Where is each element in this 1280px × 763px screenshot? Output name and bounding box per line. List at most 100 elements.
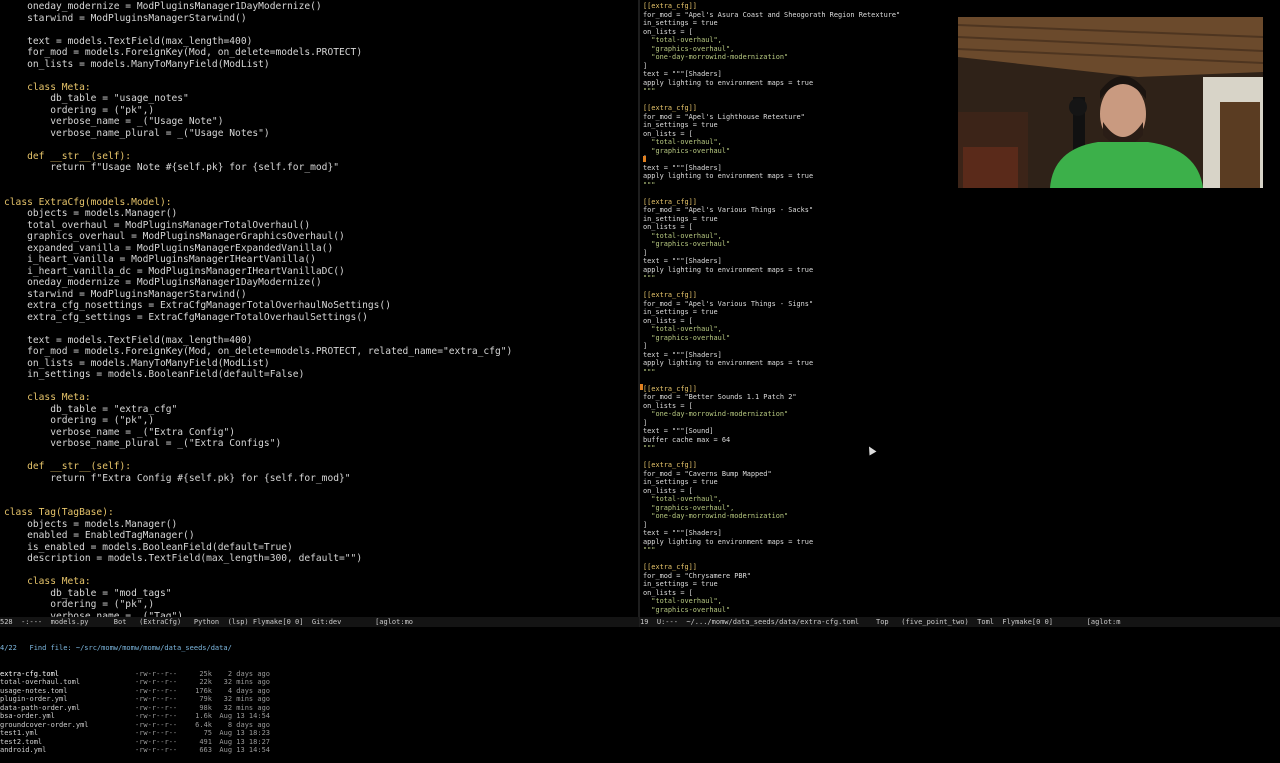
toml-line xyxy=(643,376,900,385)
file-time: Aug 13 14:54 xyxy=(219,712,270,720)
file-candidate[interactable]: test1.yml -rw-r--r-- 75 Aug 13 18:23 xyxy=(0,729,639,738)
file-perms: -rw-r--r-- xyxy=(135,703,178,712)
file-name: test2.toml xyxy=(0,737,43,746)
file-name: usage-notes.toml xyxy=(0,686,68,695)
toml-line: in_settings = true xyxy=(643,478,718,486)
file-candidate[interactable]: groundcover-order.yml -rw-r--r-- 6.4k 8 day… xyxy=(0,721,639,730)
toml-line: [[extra_cfg]] xyxy=(643,461,697,469)
toml-line: for_mod = "Caverns Bump Mapped" xyxy=(643,469,772,478)
toml-line: """ xyxy=(643,180,656,189)
toml-line: "total-overhaul", xyxy=(643,597,722,605)
file-perms: -rw-r--r-- xyxy=(135,669,178,678)
toml-line: "one-day-morrowind-modernization" xyxy=(643,512,789,520)
toml-line: in_settings = true xyxy=(643,308,718,316)
python-editor-pane[interactable]: oneday_modernize = ModPluginsManager1Day… xyxy=(0,0,639,617)
code-line: text = models.TextField(max_length=400) xyxy=(4,334,253,346)
code-line: class ExtraCfg(models.Model): xyxy=(4,196,172,208)
toml-line: "total-overhaul", xyxy=(643,325,722,333)
change-marker xyxy=(643,156,646,162)
file-size: 663 xyxy=(199,746,212,754)
file-size: 79k xyxy=(199,695,212,703)
toml-line: on_lists = [ xyxy=(643,588,693,597)
code-line: class Meta: xyxy=(4,576,91,587)
code-line: return f"Extra Config #{self.pk} for {se… xyxy=(4,472,351,484)
find-file-minibuffer[interactable]: 4/22 Find file: ~/src/momw/momw/momw/dat… xyxy=(0,627,639,754)
file-name: data-path-order.yml xyxy=(0,703,81,712)
code-line: verbose_name = _("Usage Note") xyxy=(4,116,224,127)
code-line: ordering = ("pk",) xyxy=(4,104,155,116)
file-time: 32 mins ago xyxy=(223,703,270,712)
toml-line xyxy=(643,189,900,198)
code-line: on_lists = models.ManyToManyField(ModLis… xyxy=(4,58,270,70)
file-candidate[interactable]: data-path-order.yml -rw-r--r-- 98k 32 mins … xyxy=(0,704,639,713)
file-perms: -rw-r--r-- xyxy=(135,712,178,720)
toml-line: "graphics-overhaul" xyxy=(643,605,731,614)
toml-line: apply lighting to environment maps = tru… xyxy=(643,172,814,180)
code-line: graphics_overhaul = ModPluginsManagerGra… xyxy=(4,231,345,242)
file-size: 22k xyxy=(199,678,212,686)
toml-line xyxy=(643,453,900,462)
toml-line: """ xyxy=(643,444,656,452)
toml-line: """ xyxy=(643,87,656,95)
file-candidate[interactable]: extra-cfg.toml -rw-r--r-- 25k 2 days ago xyxy=(0,670,639,679)
toml-line: """ xyxy=(643,546,656,554)
toml-line: "total-overhaul", xyxy=(643,495,722,503)
file-name: total-overhaul.toml xyxy=(0,678,81,686)
toml-line: in_settings = true xyxy=(643,121,718,129)
webcam-image xyxy=(958,17,1263,188)
code-line: description = models.TextField(max_lengt… xyxy=(4,553,363,564)
change-marker xyxy=(640,384,643,390)
code-line: objects = models.Manager() xyxy=(4,208,178,219)
code-line: class Meta: xyxy=(4,81,91,93)
toml-line: [[extra_cfg]] xyxy=(643,2,697,10)
toml-line: [[extra_cfg]] xyxy=(643,104,697,112)
toml-line: on_lists = [ xyxy=(643,129,693,138)
file-candidate[interactable]: usage-notes.toml -rw-r--r-- 176k 4 days ago xyxy=(0,687,639,696)
toml-line: """ xyxy=(643,274,656,282)
code-line: is_enabled = models.BooleanField(default… xyxy=(4,541,293,553)
toml-line: "graphics-overhaul" xyxy=(643,333,731,342)
file-candidate[interactable]: android.yml -rw-r--r-- 663 Aug 13 14:54 xyxy=(0,746,639,755)
file-candidate[interactable]: bsa-order.yml -rw-r--r-- 1.6k Aug 13 14:54 xyxy=(0,712,639,721)
toml-line: apply lighting to environment maps = tru… xyxy=(643,265,814,274)
toml-line: in_settings = true xyxy=(643,580,718,588)
toml-line: ] xyxy=(643,61,648,70)
toml-line xyxy=(643,555,900,564)
file-candidate[interactable]: test2.toml -rw-r--r-- 491 Aug 13 18:27 xyxy=(0,738,639,747)
toml-line: on_lists = [ xyxy=(643,223,693,231)
code-line: enabled = EnabledTagManager() xyxy=(4,530,195,541)
toml-code-buffer[interactable]: [[extra_cfg]] for_mod = "Apel's Asura Coa… xyxy=(643,2,900,614)
file-size: 1.6k xyxy=(195,712,212,720)
toml-line: on_lists = [ xyxy=(643,27,693,36)
toml-line: ] xyxy=(643,248,648,257)
file-candidate[interactable]: plugin-order.yml -rw-r--r-- 79k 32 mins ago xyxy=(0,695,639,704)
toml-line: on_lists = [ xyxy=(643,401,693,410)
file-candidate[interactable]: total-overhaul.toml -rw-r--r-- 22k 32 mins … xyxy=(0,678,639,687)
code-line: def __str__(self): xyxy=(4,150,132,162)
toml-line: ] xyxy=(643,418,648,427)
code-line: oneday_modernize = ModPluginsManager1Day… xyxy=(4,1,322,12)
toml-line: ] xyxy=(643,520,648,529)
toml-line: [[extra_cfg]] xyxy=(643,197,697,206)
code-line: starwind = ModPluginsManagerStarwind() xyxy=(4,288,247,300)
file-time: Aug 13 14:54 xyxy=(219,746,270,754)
find-file-prompt[interactable]: 4/22 Find file: ~/src/momw/momw/momw/dat… xyxy=(0,644,639,653)
toml-line: "one-day-morrowind-modernization" xyxy=(643,410,789,418)
python-code-buffer[interactable]: oneday_modernize = ModPluginsManager1Day… xyxy=(4,1,512,617)
code-line: class Tag(TagBase): xyxy=(4,507,114,518)
file-time: Aug 13 18:23 xyxy=(219,729,270,737)
toml-line: "total-overhaul", xyxy=(643,36,722,44)
file-perms: -rw-r--r-- xyxy=(135,720,178,729)
file-candidate-list[interactable]: extra-cfg.toml -rw-r--r-- 25k 2 days ago tot… xyxy=(0,670,639,755)
file-perms: -rw-r--r-- xyxy=(135,678,178,686)
file-name: test1.yml xyxy=(0,729,38,737)
toml-line: ] xyxy=(643,155,900,164)
toml-line: text = """[Shaders] xyxy=(643,163,722,172)
